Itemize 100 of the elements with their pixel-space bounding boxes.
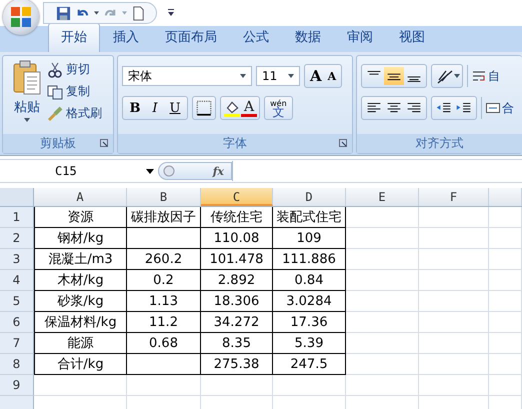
- row-header[interactable]: 1: [0, 207, 34, 228]
- table-cell: [489, 249, 522, 270]
- vertical-align-button[interactable]: [384, 67, 404, 85]
- ribbon-tab[interactable]: 审阅: [334, 24, 386, 52]
- office-button[interactable]: [3, 0, 39, 35]
- table-cell: 合计/kg: [34, 354, 127, 375]
- wrap-text-icon: [472, 69, 486, 83]
- table-cell: [201, 375, 273, 396]
- table-cell: 0.2: [127, 270, 201, 291]
- table-cell: 1.13: [127, 291, 201, 312]
- table-cell: 木材/kg: [34, 270, 127, 291]
- italic-button[interactable]: I: [145, 100, 165, 116]
- table-cell: 资源: [34, 207, 127, 228]
- group-title: 字体: [223, 135, 247, 152]
- copy-icon: [47, 84, 63, 100]
- row-header[interactable]: 2: [0, 228, 34, 249]
- name-box[interactable]: C15: [0, 161, 158, 181]
- table-cell: [419, 354, 489, 375]
- table-cell: [489, 270, 522, 291]
- table-cell: 18.306: [201, 291, 273, 312]
- underline-button[interactable]: U: [165, 100, 185, 116]
- table-cell: [419, 207, 489, 228]
- column-header[interactable]: E: [346, 188, 419, 206]
- table-cell: 3.0284: [273, 291, 346, 312]
- table-cell: [489, 228, 522, 249]
- row-header[interactable]: 8: [0, 354, 34, 375]
- table-cell: 260.2: [127, 249, 201, 270]
- merge-center-button[interactable]: 合: [486, 100, 514, 116]
- column-header[interactable]: C: [201, 188, 273, 206]
- font-size-dropdown[interactable]: 11: [256, 66, 300, 86]
- table-cell: [419, 270, 489, 291]
- dropdown-icon: [24, 118, 30, 122]
- table-cell: [419, 333, 489, 354]
- paste-button[interactable]: 粘贴: [7, 60, 47, 130]
- table-cell: 11.2: [127, 312, 201, 333]
- save-icon[interactable]: [56, 6, 71, 20]
- fill-color-icon[interactable]: [223, 99, 241, 117]
- table-cell: 275.38: [201, 354, 273, 375]
- table-cell: 能源: [34, 333, 127, 354]
- clipboard-command[interactable]: 复制: [47, 82, 102, 101]
- bold-button[interactable]: B: [125, 100, 145, 116]
- splitter-handle-icon[interactable]: [163, 165, 175, 177]
- table-cell: 109: [273, 228, 346, 249]
- row-header[interactable]: 7: [0, 333, 34, 354]
- ribbon-tab[interactable]: 插入: [100, 24, 152, 52]
- table-cell: 砂浆/kg: [34, 291, 127, 312]
- table-cell: [419, 228, 489, 249]
- scissors-icon: [47, 62, 63, 78]
- dialog-launcher-icon[interactable]: [100, 139, 108, 147]
- dialog-launcher-icon[interactable]: [339, 139, 347, 147]
- table-cell: 碳排放因子: [127, 207, 201, 228]
- dropdown-icon[interactable]: [94, 11, 99, 15]
- row-header[interactable]: 3: [0, 249, 34, 270]
- table-cell: 247.5: [273, 354, 346, 375]
- row-header[interactable]: 5: [0, 291, 34, 312]
- table-cell: 装配式住宅: [273, 207, 346, 228]
- column-header[interactable]: A: [34, 188, 127, 206]
- ribbon-tab[interactable]: 视图: [386, 24, 438, 52]
- merge-cells-icon: [486, 101, 500, 115]
- table-cell: [419, 291, 489, 312]
- font-name-dropdown[interactable]: 宋体: [122, 66, 252, 86]
- clipboard-icon: [12, 60, 42, 96]
- row-header[interactable]: 6: [0, 312, 34, 333]
- table-cell: 2.892: [201, 270, 273, 291]
- ribbon-tab[interactable]: 开始: [48, 23, 100, 52]
- border-icon[interactable]: [195, 99, 213, 117]
- table-cell: 传统住宅: [201, 207, 273, 228]
- table-cell: [489, 354, 522, 375]
- table-cell: 17.36: [273, 312, 346, 333]
- dropdown-icon: [240, 74, 246, 78]
- table-cell: [419, 312, 489, 333]
- group-title: 剪贴板: [40, 135, 76, 152]
- customize-menu-icon[interactable]: [167, 9, 175, 17]
- row-header[interactable]: 4: [0, 270, 34, 291]
- wrap-text-button[interactable]: 自: [472, 68, 500, 84]
- new-document-icon[interactable]: [131, 6, 146, 20]
- row-header[interactable]: 9: [0, 375, 34, 396]
- dropdown-icon: [146, 168, 154, 174]
- table-cell: 保温材料/kg: [34, 312, 127, 333]
- table-cell: 110.08: [201, 228, 273, 249]
- grow-font-button[interactable]: A: [307, 67, 325, 85]
- insert-function-button[interactable]: fx: [210, 164, 227, 178]
- clipboard-command[interactable]: 剪切: [47, 60, 102, 79]
- column-header[interactable]: D: [273, 188, 346, 206]
- ribbon-tab[interactable]: 页面布局: [152, 24, 230, 52]
- clipboard-command[interactable]: 格式刷: [47, 104, 102, 123]
- table-cell: 混凝土/m3: [34, 249, 127, 270]
- dropdown-icon: [288, 74, 294, 78]
- table-cell: [419, 375, 489, 396]
- column-header[interactable]: F: [419, 188, 489, 206]
- table-cell: 101.478: [201, 249, 273, 270]
- office-logo-icon: [8, 4, 34, 30]
- table-cell: 0.68: [127, 333, 201, 354]
- table-cell: [489, 291, 522, 312]
- table-cell: 0.84: [273, 270, 346, 291]
- table-cell: 8.35: [201, 333, 273, 354]
- ribbon-tab[interactable]: 数据: [282, 24, 334, 52]
- table-cell: [419, 249, 489, 270]
- ribbon-tab[interactable]: 公式: [230, 24, 282, 52]
- shrink-font-button[interactable]: A: [324, 70, 340, 82]
